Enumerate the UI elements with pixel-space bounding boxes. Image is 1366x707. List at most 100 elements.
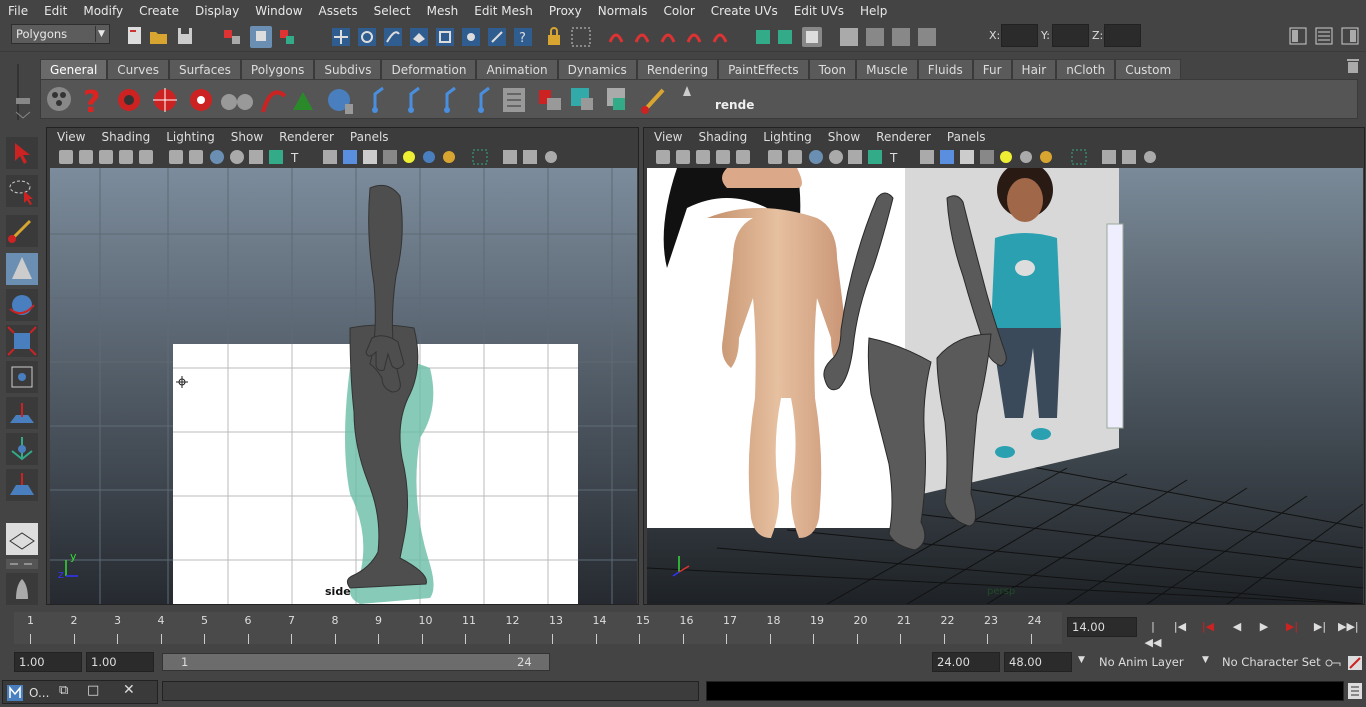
time-slider-track[interactable]: 1 2 3 4 5 6 7 8 9 10 11 12 13 14 15 16 17 18 19 20 21 22 23 24 <box>14 612 1062 644</box>
shelf-tab-hair[interactable]: Hair <box>1011 59 1057 79</box>
menu-normals[interactable]: Normals <box>590 4 656 18</box>
play-backwards-icon[interactable]: ◀ <box>1228 619 1246 635</box>
shelf-tabs: General Curves Surfaces Polygons Subdivs Defo… <box>40 59 1182 79</box>
shelf-tab-dynamics[interactable]: Dynamics <box>557 59 637 79</box>
shelf-tab-muscle[interactable]: Muscle <box>856 59 918 79</box>
minimized-window[interactable]: O... ⧉ □ ✕ <box>2 680 158 704</box>
chevron-down-icon[interactable]: ▼ <box>1078 655 1085 665</box>
step-forward-key-icon[interactable]: ▶| <box>1311 619 1329 635</box>
shelf-tab-polygons[interactable]: Polygons <box>240 59 315 79</box>
soft-mod-icon <box>6 397 38 429</box>
panel-menu-view[interactable]: View <box>47 130 91 144</box>
character-set-dropdown[interactable]: No Character Set <box>1222 655 1321 669</box>
shelf-tab-animation[interactable]: Animation <box>476 59 558 79</box>
restore-icon[interactable]: ⧉ <box>59 683 68 698</box>
svg-text:?: ? <box>519 31 526 46</box>
x-field[interactable] <box>1001 24 1038 47</box>
menu-window[interactable]: Window <box>247 4 310 18</box>
close-icon[interactable]: ✕ <box>123 682 135 698</box>
toggle-panels-icons[interactable] <box>1286 26 1362 46</box>
panel-menu-renderer[interactable]: Renderer <box>269 130 340 144</box>
xray-icon <box>323 150 337 164</box>
shelf-tab-surfaces[interactable]: Surfaces <box>168 59 241 79</box>
text-icon: T <box>889 151 898 165</box>
panel-menu-view[interactable]: View <box>644 130 688 144</box>
time-tick-label: 3 <box>114 614 121 627</box>
panel-menu-show[interactable]: Show <box>818 130 866 144</box>
maximize-icon[interactable]: □ <box>87 683 99 698</box>
panel-menu-panels[interactable]: Panels <box>340 130 395 144</box>
side-viewport[interactable]: side y z <box>50 168 637 604</box>
go-to-end-icon[interactable]: ▶▶| <box>1338 619 1359 635</box>
render-shelf-label: rende <box>715 98 755 112</box>
time-tick-label: 1 <box>27 614 34 627</box>
menu-display[interactable]: Display <box>187 4 247 18</box>
go-to-start-icon[interactable]: |◀◀ <box>1144 619 1162 649</box>
shelf-tab-fluids[interactable]: Fluids <box>917 59 973 79</box>
shelf-tab-fur[interactable]: Fur <box>972 59 1012 79</box>
play-forwards-icon[interactable]: ▶ <box>1255 619 1273 635</box>
time-tick <box>726 634 727 644</box>
range-start-field[interactable]: 1.00 <box>86 652 154 672</box>
time-tick <box>813 634 814 644</box>
shelf-tab-subdivs[interactable]: Subdivs <box>314 59 382 79</box>
menu-edit-uvs[interactable]: Edit UVs <box>786 4 852 18</box>
range-end-field[interactable]: 24.00 <box>932 652 1000 672</box>
persp-viewport[interactable]: persp <box>647 168 1363 604</box>
menu-file[interactable]: File <box>0 4 36 18</box>
menu-set-dropdown[interactable]: Polygons ▼ <box>11 24 110 44</box>
script-editor-icon[interactable] <box>1348 683 1362 699</box>
step-back-key-icon[interactable]: |◀ <box>1171 619 1189 635</box>
start-time-field[interactable]: 1.00 <box>14 652 82 672</box>
shelf-tab-curves[interactable]: Curves <box>107 59 169 79</box>
anim-layer-dropdown[interactable]: No Anim Layer <box>1099 655 1184 669</box>
shelf-icon-bar: ? rende <box>40 79 1358 120</box>
panel-menu-lighting[interactable]: Lighting <box>753 130 818 144</box>
menu-proxy[interactable]: Proxy <box>541 4 590 18</box>
shelf-tab-deformation[interactable]: Deformation <box>381 59 477 79</box>
time-tick <box>160 634 162 644</box>
key-prefs-icons[interactable] <box>1324 655 1364 671</box>
xray-joints-icon <box>1102 150 1116 164</box>
panel-menu-renderer[interactable]: Renderer <box>866 130 937 144</box>
menu-mesh[interactable]: Mesh <box>419 4 467 18</box>
trash-icon[interactable] <box>1346 58 1360 74</box>
step-forward-frame-icon[interactable]: ▶| <box>1283 619 1301 635</box>
command-input[interactable] <box>162 681 699 701</box>
y-field[interactable] <box>1052 24 1089 47</box>
shelf-tab-ncloth[interactable]: nCloth <box>1056 59 1116 79</box>
shelf-options-icon[interactable] <box>12 60 36 122</box>
menu-modify[interactable]: Modify <box>75 4 131 18</box>
time-slider: 1 2 3 4 5 6 7 8 9 10 11 12 13 14 15 16 17 18 19 20 21 22 23 24 … <box>0 608 1366 649</box>
chevron-down-icon[interactable]: ▼ <box>1202 655 1209 665</box>
shelf-tab-painteffects[interactable]: PaintEffects <box>718 59 809 79</box>
menu-color[interactable]: Color <box>655 4 702 18</box>
menu-create-uvs[interactable]: Create UVs <box>703 4 786 18</box>
shelf-tool-icons[interactable]: ? <box>41 80 741 120</box>
persp-panel-toolbar[interactable]: T <box>644 147 1364 167</box>
range-bar[interactable]: 1 24 <box>162 653 550 671</box>
menu-edit[interactable]: Edit <box>36 4 75 18</box>
z-field[interactable] <box>1104 24 1141 47</box>
x-field-label: X: <box>989 29 1001 42</box>
shelf-tab-general[interactable]: General <box>40 59 108 79</box>
panel-menu-shading[interactable]: Shading <box>688 130 753 144</box>
shelf-tab-custom[interactable]: Custom <box>1115 59 1182 79</box>
side-panel-toolbar[interactable]: T <box>47 147 638 167</box>
shelf-tab-rendering[interactable]: Rendering <box>636 59 719 79</box>
panel-menu-show[interactable]: Show <box>221 130 269 144</box>
all-lights-icon <box>403 151 415 163</box>
menu-assets[interactable]: Assets <box>311 4 366 18</box>
menu-help[interactable]: Help <box>852 4 895 18</box>
end-time-field[interactable]: 48.00 <box>1004 652 1072 672</box>
current-time-field[interactable]: 14.00 <box>1067 617 1137 637</box>
panel-menu-lighting[interactable]: Lighting <box>156 130 221 144</box>
menu-create[interactable]: Create <box>131 4 187 18</box>
panel-menu-shading[interactable]: Shading <box>91 130 156 144</box>
menu-select[interactable]: Select <box>366 4 419 18</box>
step-back-frame-icon[interactable]: |◀ <box>1199 619 1217 635</box>
shelf-tab-toon[interactable]: Toon <box>808 59 857 79</box>
film-gate-icon <box>788 150 802 164</box>
menu-edit-mesh[interactable]: Edit Mesh <box>466 4 541 18</box>
panel-menu-panels[interactable]: Panels <box>937 130 992 144</box>
